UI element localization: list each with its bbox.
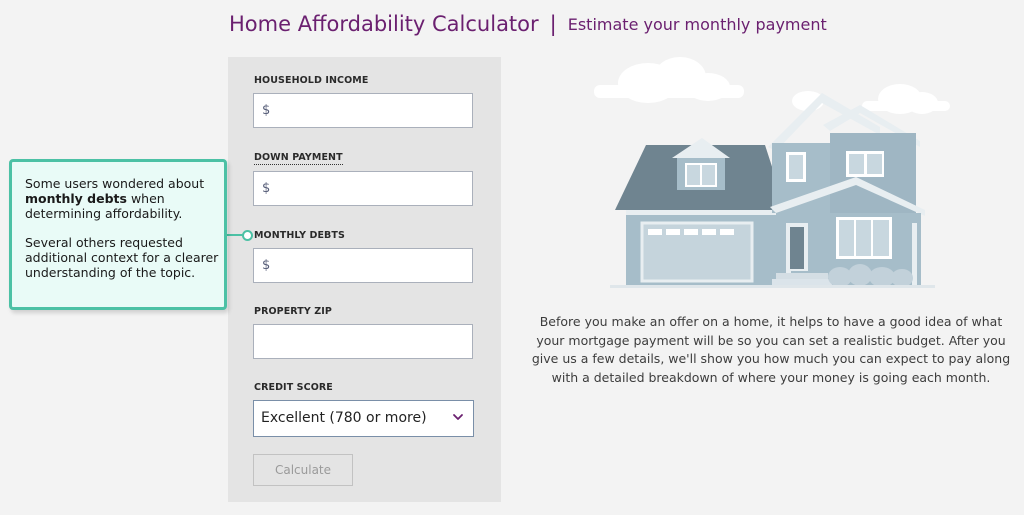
callout-highlight: monthly debts <box>25 191 127 206</box>
household-income-label: HOUSEHOLD INCOME <box>254 75 369 86</box>
chevron-down-icon <box>453 414 463 420</box>
calculator-form: HOUSEHOLD INCOME $ DOWN PAYMENT $ MONTHL… <box>228 57 501 502</box>
page-header: Home Affordability Calculator | Estimate… <box>229 12 827 36</box>
calculator-description: Before you make an offer on a home, it h… <box>531 314 1011 385</box>
currency-prefix: $ <box>262 103 271 118</box>
household-income-input[interactable]: $ <box>253 93 473 128</box>
currency-prefix: $ <box>262 181 271 196</box>
currency-prefix: $ <box>262 258 271 273</box>
callout-paragraph-2: Several others requested additional cont… <box>25 235 219 280</box>
credit-score-value: Excellent (780 or more) <box>261 410 427 426</box>
callout-anchor-dot <box>242 230 253 241</box>
feedback-callout: Some users wondered about monthly debts … <box>9 159 227 310</box>
calculate-button[interactable]: Calculate <box>253 454 353 486</box>
credit-score-label: CREDIT SCORE <box>254 382 333 393</box>
monthly-debts-input[interactable]: $ <box>253 248 473 283</box>
down-payment-label[interactable]: DOWN PAYMENT <box>254 152 343 165</box>
down-payment-input[interactable]: $ <box>253 171 473 206</box>
page-subtitle: Estimate your monthly payment <box>567 14 827 34</box>
monthly-debts-label: MONTHLY DEBTS <box>254 230 345 241</box>
property-zip-input[interactable] <box>253 324 473 359</box>
page-title: Home Affordability Calculator <box>229 12 539 36</box>
credit-score-select[interactable]: Excellent (780 or more) <box>253 400 474 437</box>
house-illustration <box>594 57 950 288</box>
title-separator: | <box>549 12 557 36</box>
callout-paragraph-1: Some users wondered about monthly debts … <box>25 176 205 221</box>
property-zip-label: PROPERTY ZIP <box>254 306 332 317</box>
